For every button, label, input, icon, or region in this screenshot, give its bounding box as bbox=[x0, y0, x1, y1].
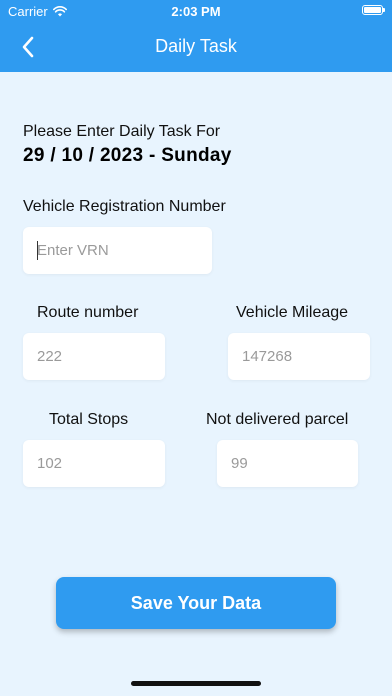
not-delivered-field-container bbox=[217, 440, 358, 487]
not-delivered-label: Not delivered parcel bbox=[206, 411, 349, 428]
vehicle-mileage-field-container bbox=[228, 333, 370, 380]
vehicle-mileage-label: Vehicle Mileage bbox=[236, 304, 349, 321]
route-number-label: Route number bbox=[37, 304, 139, 321]
status-bar: Carrier 2:03 PM bbox=[0, 0, 392, 22]
page-title: Daily Task bbox=[155, 36, 237, 56]
total-stops-field-container bbox=[23, 440, 165, 487]
total-stops-label: Total Stops bbox=[49, 411, 129, 428]
task-date: 29 / 10 / 2023 - Sunday bbox=[23, 145, 232, 166]
total-stops-input[interactable] bbox=[23, 440, 165, 487]
vrn-input[interactable] bbox=[23, 227, 212, 274]
vrn-field-container bbox=[23, 227, 212, 274]
vrn-label: Vehicle Registration Number bbox=[23, 198, 226, 215]
text-caret bbox=[37, 241, 38, 260]
home-indicator bbox=[131, 681, 261, 686]
status-time: 2:03 PM bbox=[171, 4, 221, 19]
battery-icon bbox=[362, 5, 385, 15]
nav-bar: Daily Task bbox=[0, 22, 392, 72]
not-delivered-input[interactable] bbox=[217, 440, 358, 487]
save-data-button[interactable]: Save Your Data bbox=[56, 577, 336, 629]
route-number-field-container bbox=[23, 333, 165, 380]
intro-prompt: Please Enter Daily Task For bbox=[23, 123, 221, 140]
vehicle-mileage-input[interactable] bbox=[228, 333, 370, 380]
route-number-input[interactable] bbox=[23, 333, 165, 380]
